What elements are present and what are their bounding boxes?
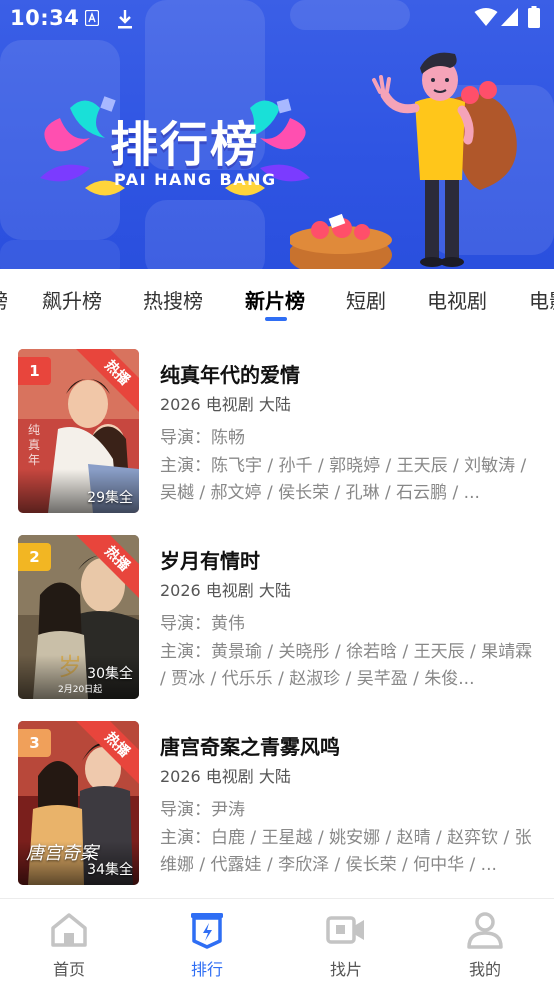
list-item[interactable]: 纯 真 年 1 热播 29集全 纯真年代的爱情 2026 电视剧 大陆 导演：陈… bbox=[0, 325, 554, 513]
video-camera-icon bbox=[326, 916, 364, 944]
svg-text:纯: 纯 bbox=[28, 423, 40, 437]
banner-bg-shape bbox=[0, 240, 120, 269]
download-icon bbox=[118, 10, 132, 29]
item-director: 导演：黄伟 bbox=[160, 614, 245, 634]
item-cast: 主演：陈飞宇 / 孙千 / 郭晓婷 / 王天辰 / 刘敏涛 / 吴樾 / 郝文婷… bbox=[160, 456, 527, 503]
poster-image[interactable]: 3 热播 唐宫奇案 34集全 bbox=[18, 721, 139, 885]
item-meta: 2026 电视剧 大陆 bbox=[160, 767, 291, 786]
battery-icon bbox=[528, 6, 540, 28]
nav-profile[interactable]: 我的 bbox=[416, 899, 554, 984]
tab-new-releases[interactable]: 新片榜 bbox=[245, 285, 305, 314]
poster-date-caption: 2月20日起 bbox=[58, 685, 103, 695]
list-item[interactable]: 岁 2 热播 2月20日起 30集全 岁月有情时 2026 电视剧 大陆 导演：… bbox=[0, 511, 554, 699]
wifi-icon bbox=[474, 8, 498, 26]
home-icon bbox=[51, 913, 87, 947]
list-item[interactable]: 3 热播 唐宫奇案 34集全 唐宫奇案之青雾风鸣 2026 电视剧 大陆 导演：… bbox=[0, 697, 554, 885]
episode-count: 34集全 bbox=[87, 862, 133, 878]
banner-character-illustration bbox=[290, 52, 517, 269]
bottom-navigation: 首页 排行 找片 我的 bbox=[0, 898, 554, 984]
tab-partial[interactable]: 榜 bbox=[0, 285, 8, 314]
item-meta: 2026 电视剧 大陆 bbox=[160, 581, 291, 600]
nav-profile-label: 我的 bbox=[468, 960, 501, 979]
signal-icon bbox=[501, 8, 518, 26]
banner-title: 排行榜 bbox=[110, 117, 261, 173]
nav-ranking[interactable]: 排行 bbox=[138, 899, 276, 984]
svg-text:真: 真 bbox=[28, 438, 40, 452]
item-title[interactable]: 纯真年代的爱情 bbox=[160, 359, 300, 388]
nav-find-videos[interactable]: 找片 bbox=[277, 899, 415, 984]
status-bar: 10:34 bbox=[0, 0, 554, 38]
episode-count: 29集全 bbox=[87, 490, 133, 506]
nav-home-label: 首页 bbox=[52, 960, 85, 979]
item-title[interactable]: 岁月有情时 bbox=[160, 545, 260, 574]
item-director: 导演：尹涛 bbox=[160, 800, 245, 820]
poster-image[interactable]: 岁 2 热播 2月20日起 30集全 bbox=[18, 535, 139, 699]
item-meta: 2026 电视剧 大陆 bbox=[160, 395, 291, 414]
nav-ranking-label: 排行 bbox=[190, 960, 223, 979]
item-director: 导演：陈畅 bbox=[160, 428, 245, 448]
app-notification-icon bbox=[85, 10, 99, 26]
item-title[interactable]: 唐宫奇案之青雾风鸣 bbox=[160, 731, 340, 760]
episode-count: 30集全 bbox=[87, 666, 133, 682]
banner-subtitle: PAI HANG BANG bbox=[114, 170, 277, 189]
rank-badge: 2 bbox=[18, 543, 51, 571]
active-tab-indicator bbox=[265, 317, 287, 321]
nav-home[interactable]: 首页 bbox=[0, 899, 138, 984]
nav-find-videos-label: 找片 bbox=[329, 960, 362, 979]
ranking-tabs: 榜 飙升榜 热搜榜 新片榜 短剧 电视剧 电影 bbox=[0, 269, 554, 325]
item-cast: 主演：白鹿 / 王星越 / 姚安娜 / 赵晴 / 赵弈钦 / 张维娜 / 代露娃… bbox=[160, 828, 532, 875]
svg-text:年: 年 bbox=[28, 453, 40, 467]
tab-tv-series[interactable]: 电视剧 bbox=[427, 285, 487, 314]
rank-badge: 3 bbox=[18, 729, 51, 757]
tab-rising[interactable]: 飙升榜 bbox=[42, 285, 102, 314]
ranking-banner: 10:34 排行榜 PAI HANG BANG bbox=[0, 0, 554, 269]
rank-badge: 1 bbox=[18, 357, 51, 385]
ranking-icon bbox=[191, 913, 223, 949]
tab-trending[interactable]: 热搜榜 bbox=[143, 285, 203, 314]
banner-bg-shape bbox=[145, 200, 265, 269]
tab-short-drama[interactable]: 短剧 bbox=[346, 285, 386, 314]
profile-icon bbox=[467, 912, 503, 949]
status-time: 10:34 bbox=[10, 6, 80, 30]
item-cast: 主演：黄景瑜 / 关晓彤 / 徐若晗 / 王天辰 / 果靖霖 / 贾冰 / 代乐… bbox=[160, 642, 533, 689]
poster-image[interactable]: 纯 真 年 1 热播 29集全 bbox=[18, 349, 139, 513]
tab-movies[interactable]: 电影 bbox=[529, 285, 554, 314]
